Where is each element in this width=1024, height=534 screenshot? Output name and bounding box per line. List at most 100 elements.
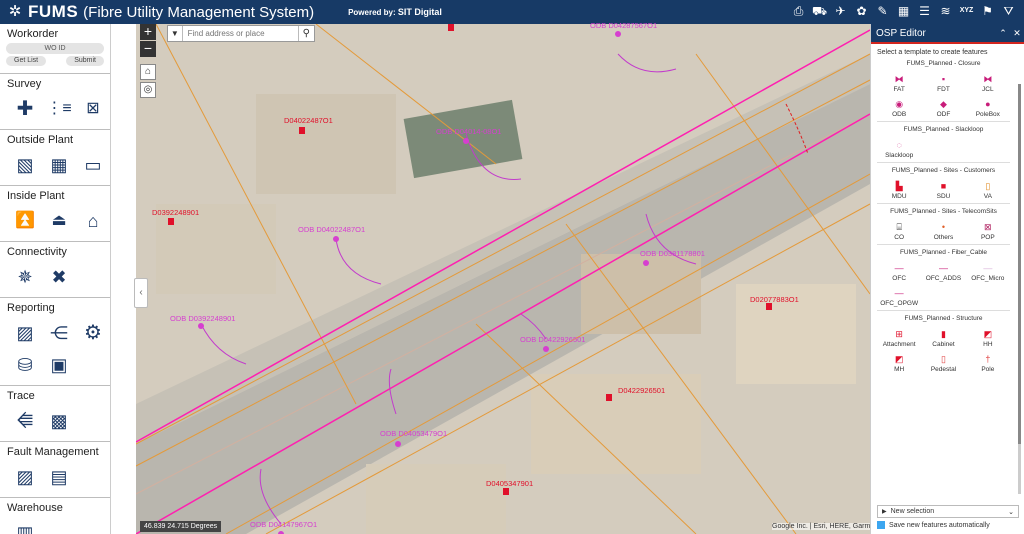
grid-icon[interactable]: ▦ [896,3,911,19]
home-icon[interactable]: ⌂ [80,208,106,234]
close-icon[interactable]: ✕ [1010,28,1024,39]
template-label: Cabinet [932,341,955,348]
survey-section: Survey ✚ ⋮≡ ⊠ [0,74,110,130]
report-map-icon[interactable]: ▨ [12,320,38,346]
template-fat[interactable]: ⧓ FAT [877,72,921,93]
list-icon[interactable]: ☰ [917,3,932,19]
address-search-input[interactable] [182,26,298,41]
fdt-icon: ▪ [941,74,946,84]
template-mh[interactable]: ◩ MH [877,352,921,373]
outside-plant-monitor-icon[interactable]: ▭ [80,152,106,178]
report-coins-icon[interactable]: ⛁ [12,352,38,378]
auto-save-checkbox[interactable] [877,521,885,529]
template-fdt[interactable]: ▪ FDT [921,72,965,93]
outside-plant-table-icon[interactable]: ▦ [46,152,72,178]
template-sdu[interactable]: ■ SDU [921,179,965,200]
template-pop[interactable]: ⊠ POP [966,220,1010,241]
trace-chip-icon[interactable]: ▩ [46,408,72,434]
odb-marker[interactable] [333,236,339,242]
wo-id-field[interactable]: WO ID [6,43,104,54]
template-ofc-micro[interactable]: — OFC_Micro [966,261,1010,282]
site-marker[interactable] [503,488,509,495]
template-ofc-opgw[interactable]: — OFC_OPGW [877,286,921,307]
fault-map-icon[interactable]: ▨ [12,464,38,490]
collapse-up-icon[interactable]: ⏫ [12,208,38,234]
template-pole[interactable]: † Pole [966,352,1010,373]
site-marker[interactable] [606,394,612,401]
odb-marker[interactable] [615,31,621,37]
search-icon[interactable]: ⚲ [297,26,314,41]
trace-section: Trace ⭅ ▩ [0,386,110,442]
coordinate-readout: 46.839 24.715 Degrees [140,521,222,532]
chevrons-up-icon[interactable]: ⌃ [996,28,1010,39]
template-co[interactable]: ⌸ CO [877,220,921,241]
template-slackloop[interactable]: ◌ Slackloop [877,138,921,159]
xyz-icon[interactable]: XYZ [959,3,974,19]
mdu-icon: ▙ [895,181,903,191]
fat-icon: ⧓ [894,74,904,84]
add-icon[interactable]: ✚ [12,96,38,122]
template-ofc-adds[interactable]: — OFC_ADDS [921,261,965,282]
submit-button[interactable]: Submit [66,56,104,66]
odb-label: ODB D04014-08O1 [436,127,502,136]
fault-document-icon[interactable]: ▤ [46,464,72,490]
zoom-in-button[interactable]: + [140,24,156,40]
palette-icon[interactable]: ✿ [854,3,869,19]
template-others[interactable]: • Others [921,220,965,241]
template-pedestal[interactable]: ▯ Pedestal [921,352,965,373]
eject-icon[interactable]: ⏏ [46,208,72,234]
warehouse-icon[interactable]: ▥ [12,520,38,534]
template-odf[interactable]: ◆ ODF [921,97,965,118]
template-mdu[interactable]: ▙ MDU [877,179,921,200]
panel-scroll-thumb[interactable] [1018,84,1021,444]
delete-icon[interactable]: ⊠ [80,96,106,122]
sidebar-collapse-tab[interactable]: ‹ [134,278,148,308]
template-odb[interactable]: ◉ ODB [877,97,921,118]
filter-icon[interactable]: ⛛ [1001,3,1016,19]
template-hh[interactable]: ◩ HH [966,327,1010,348]
home-view-button[interactable]: ⌂ [140,64,156,80]
bird-icon[interactable]: ✈ [833,3,848,19]
outside-plant-title: Outside Plant [7,134,74,146]
powered-company: SIT Digital [397,7,442,17]
odb-marker[interactable] [543,346,549,352]
ofc-opgw-line-icon: — [894,288,904,298]
layers-icon[interactable]: ≋ [938,3,953,19]
report-tree-icon[interactable]: ⋲ [46,320,72,346]
connect-network-icon[interactable]: ✵ [12,264,38,290]
printer-icon[interactable]: ⎙ [791,3,806,19]
template-jcl[interactable]: ⧓ JCL [966,72,1010,93]
site-marker[interactable] [448,24,454,31]
template-attachment[interactable]: ⊞ Attachment [877,327,921,348]
map-view[interactable] [136,24,870,534]
template-va[interactable]: ▯ VA [966,179,1010,200]
odb-marker[interactable] [198,323,204,329]
search-source-dropdown[interactable]: ▼ [168,26,183,41]
odb-marker[interactable] [395,441,401,447]
disconnect-icon[interactable]: ✖ [46,264,72,290]
survey-list-icon[interactable]: ⋮≡ [46,96,72,122]
template-cabinet[interactable]: ▮ Cabinet [921,327,965,348]
template-polebox[interactable]: ● PoleBox [966,97,1010,118]
usb-trace-icon[interactable]: ⭅ [12,408,38,434]
pencil-icon[interactable]: ✎ [875,3,890,19]
locate-button[interactable]: ◎ [140,82,156,98]
template-ofc[interactable]: — OFC [877,261,921,282]
attachment-icon: ⊞ [895,329,903,339]
site-marker[interactable] [766,303,772,310]
auto-save-option[interactable]: Save new features automatically [877,521,1019,529]
outside-plant-edit-icon[interactable]: ▧ [12,152,38,178]
site-marker[interactable] [168,218,174,225]
report-chip-icon[interactable]: ▣ [46,352,72,378]
zoom-out-button[interactable]: − [140,41,156,57]
get-list-button[interactable]: Get List [6,56,47,66]
report-settings-icon[interactable]: ⚙ [80,320,106,346]
site-marker[interactable] [299,127,305,134]
bookmark-icon[interactable]: ⚑ [980,3,995,19]
panel-scrollbar[interactable] [1018,84,1021,494]
new-selection-dropdown[interactable]: ▶ New selection ⌄ [877,505,1019,518]
odb-marker[interactable] [643,260,649,266]
template-label: OFC_OPGW [880,300,919,307]
odb-marker[interactable] [463,138,469,144]
car-icon[interactable]: ⛟ [812,3,827,19]
